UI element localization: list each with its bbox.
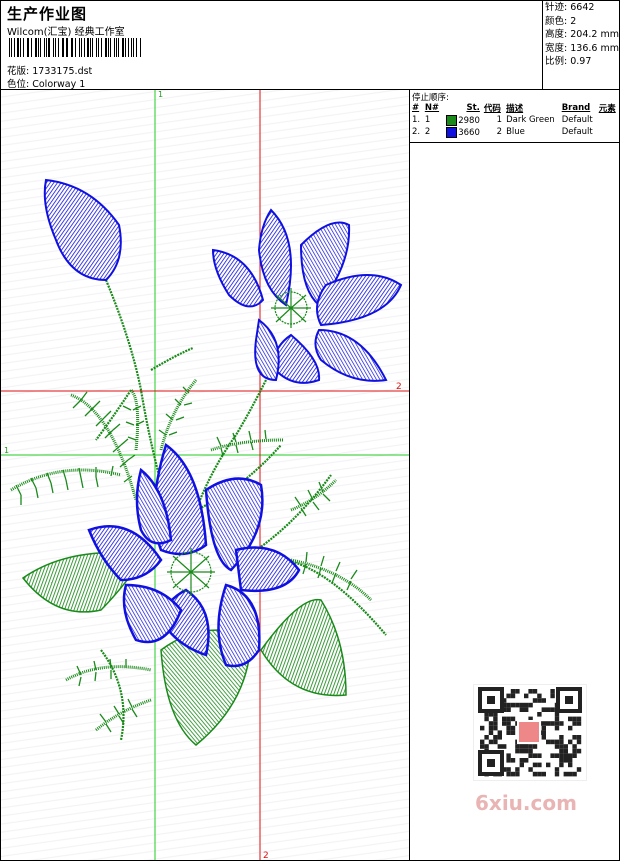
file-line: 花版: 1733175.dst bbox=[7, 63, 92, 77]
production-sheet: 生产作业图 Wilcom(汇宝) 经典工作室 花版: 1733175.dst 色… bbox=[0, 0, 620, 861]
barcode bbox=[9, 38, 142, 57]
lower-flower bbox=[87, 442, 301, 668]
col-desc: 描述 bbox=[506, 104, 524, 114]
stats-box: 针迹: 6642 颜色: 2 高度: 204.2 mm 宽度: 136.6 mm… bbox=[542, 1, 620, 89]
col-n: N# bbox=[424, 103, 440, 113]
row-stitches: 3660 bbox=[442, 126, 482, 138]
row-brand: Default bbox=[561, 127, 593, 137]
col-brand: Brand bbox=[561, 103, 591, 113]
guide-label-right: 2 bbox=[396, 382, 402, 392]
stat-colors: 颜色: 2 bbox=[545, 15, 577, 27]
row-stitches: 2980 bbox=[442, 114, 482, 126]
row-n: 1 bbox=[424, 115, 431, 125]
guide-label-bottom: 2 bbox=[263, 851, 269, 860]
qr-code[interactable] bbox=[473, 684, 587, 781]
row-index: 2. bbox=[412, 127, 421, 137]
studio-name: Wilcom(汇宝) 经典工作室 bbox=[7, 27, 125, 38]
row-code: 2 bbox=[496, 127, 503, 137]
table-row[interactable]: 1. 1 2980 1 Dark Green Default bbox=[410, 114, 619, 126]
embroidery-artwork: 1 1 2 2 bbox=[1, 90, 409, 860]
watermark: 6xiu.com bbox=[475, 791, 577, 815]
stop-sequence-panel: 停止顺序: # N# St. 代码 描述 Brand 元素 1. 1 2980 … bbox=[410, 90, 619, 143]
stat-width: 宽度: 136.6 mm bbox=[545, 42, 619, 54]
table-header-row: # N# St. 代码 描述 Brand 元素 bbox=[410, 102, 619, 114]
stat-scale: 比例: 0.97 bbox=[545, 56, 592, 68]
color-swatch bbox=[446, 114, 458, 126]
color-swatch bbox=[446, 126, 458, 138]
row-desc: Dark Green bbox=[506, 115, 555, 125]
colorway-label: 色位: bbox=[7, 79, 30, 90]
guide-label-left: 1 bbox=[4, 446, 9, 455]
col-code: 代码 bbox=[483, 104, 501, 114]
leaf-right bbox=[260, 598, 347, 697]
row-desc: Blue bbox=[506, 127, 525, 137]
upper-flower bbox=[211, 208, 403, 384]
row-code: 1 bbox=[496, 115, 503, 125]
table-row[interactable]: 2. 2 3660 2 Blue Default bbox=[410, 126, 619, 138]
colorway-line: 色位: Colorway 1 bbox=[7, 76, 85, 90]
sheet-header: 生产作业图 Wilcom(汇宝) 经典工作室 花版: 1733175.dst 色… bbox=[1, 1, 619, 90]
flower-bud bbox=[43, 178, 122, 282]
col-stitches: St. bbox=[466, 103, 480, 113]
sheet-title: 生产作业图 bbox=[7, 5, 88, 23]
row-element bbox=[597, 114, 619, 126]
col-element: 元素 bbox=[598, 104, 616, 114]
row-n: 2 bbox=[424, 127, 431, 137]
stat-stitches: 针迹: 6642 bbox=[545, 2, 595, 13]
row-element bbox=[597, 126, 619, 138]
stop-sequence-table: # N# St. 代码 描述 Brand 元素 1. 1 2980 1 Dark… bbox=[410, 102, 619, 138]
row-index: 1. bbox=[412, 115, 421, 125]
colorway-name: Colorway 1 bbox=[32, 79, 86, 90]
stat-height: 高度: 204.2 mm bbox=[545, 29, 619, 41]
lower-flower-stamens bbox=[167, 548, 215, 596]
guide-label-top: 1 bbox=[158, 90, 163, 99]
col-index: # bbox=[412, 103, 420, 113]
row-brand: Default bbox=[561, 115, 593, 125]
design-canvas[interactable]: 1 1 2 2 bbox=[1, 90, 410, 860]
qr-code-graphic bbox=[478, 687, 582, 777]
